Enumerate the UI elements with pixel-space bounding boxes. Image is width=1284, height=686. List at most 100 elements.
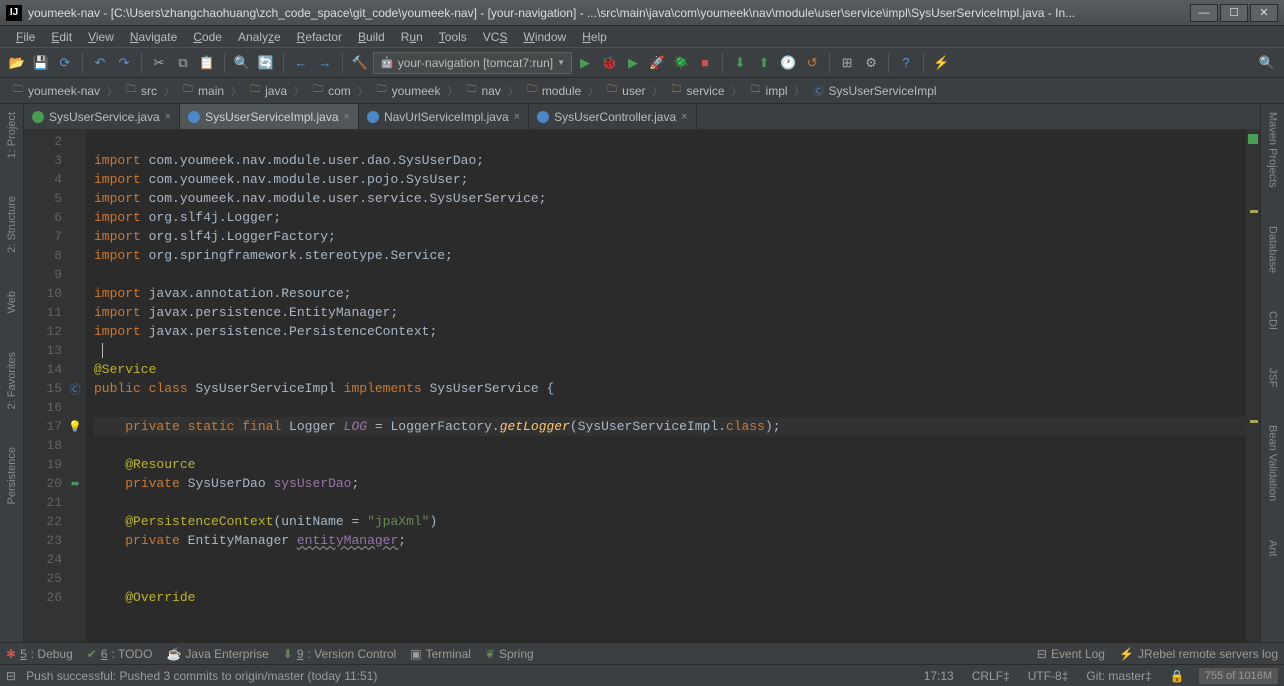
paste-icon[interactable]: 📋: [196, 52, 218, 74]
tool-cdi[interactable]: CDI: [1265, 307, 1281, 334]
coverage-icon[interactable]: ▶: [622, 52, 644, 74]
crumb-java[interactable]: 🗀java: [243, 83, 292, 99]
vcs-revert-icon[interactable]: ↺: [801, 52, 823, 74]
status-git-branch[interactable]: Git: master‡: [1082, 669, 1155, 683]
jrebel-icon[interactable]: ⚡: [930, 52, 952, 74]
copy-icon[interactable]: ⧉: [172, 52, 194, 74]
tool-bean-validation[interactable]: Bean Validation: [1265, 421, 1281, 505]
sync-icon[interactable]: ⟳: [54, 52, 76, 74]
code-content[interactable]: import com.youmeek.nav.module.user.dao.S…: [86, 130, 1246, 642]
forward-icon[interactable]: →: [314, 52, 336, 74]
crumb-class[interactable]: ⒸSysUserServiceImpl: [807, 83, 942, 99]
tool-persistence[interactable]: Persistence: [4, 443, 20, 508]
code-editor[interactable]: 2345 6789 10111213 14151617 18192021 222…: [24, 130, 1260, 642]
menu-help[interactable]: Help: [574, 30, 615, 44]
implementing-icon[interactable]: Ⓒ: [68, 379, 82, 398]
tool-debug[interactable]: ✱5: Debug: [6, 647, 73, 661]
tool-maven[interactable]: Maven Projects: [1265, 108, 1281, 192]
close-icon[interactable]: ×: [344, 111, 350, 123]
tool-spring[interactable]: ❦Spring: [485, 647, 534, 661]
structure-icon[interactable]: ⊞: [836, 52, 858, 74]
undo-icon[interactable]: ↶: [89, 52, 111, 74]
tab-navurlserviceimpl[interactable]: NavUrlServiceImpl.java ×: [359, 104, 529, 129]
crumb-module[interactable]: 🗀module: [520, 83, 586, 99]
tool-ant[interactable]: Ant: [1265, 536, 1281, 561]
menu-code[interactable]: Code: [185, 30, 230, 44]
help-icon[interactable]: ?: [895, 52, 917, 74]
tool-web[interactable]: Web: [4, 287, 20, 317]
minimize-button[interactable]: —: [1190, 4, 1218, 22]
tool-database[interactable]: Database: [1265, 222, 1281, 277]
tab-sysuserserviceimpl[interactable]: SysUserServiceImpl.java ×: [180, 104, 359, 129]
tool-jrebel-log[interactable]: ⚡JRebel remote servers log: [1119, 647, 1278, 661]
replace-icon[interactable]: 🔄: [255, 52, 277, 74]
crumb-user[interactable]: 🗀user: [600, 83, 650, 99]
tool-version-control[interactable]: ⬇9: Version Control: [283, 647, 396, 661]
status-line-separator[interactable]: CRLF‡: [968, 669, 1014, 683]
menu-analyze[interactable]: Analyze: [230, 30, 289, 44]
crumb-root[interactable]: 🗀youmeek-nav: [6, 83, 105, 99]
menu-build[interactable]: Build: [350, 30, 393, 44]
jrebel-debug-icon[interactable]: 🪲: [670, 52, 692, 74]
menu-window[interactable]: Window: [515, 30, 574, 44]
crumb-youmeek[interactable]: 🗀youmeek: [370, 83, 446, 99]
debug-icon[interactable]: 🐞: [598, 52, 620, 74]
tool-event-log[interactable]: ⊟Event Log: [1037, 647, 1105, 661]
warning-marker[interactable]: [1250, 210, 1258, 213]
open-icon[interactable]: 📂: [6, 52, 28, 74]
menu-view[interactable]: View: [80, 30, 122, 44]
jrebel-run-icon[interactable]: 🚀: [646, 52, 668, 74]
crumb-impl[interactable]: 🗀impl: [744, 83, 793, 99]
redo-icon[interactable]: ↷: [113, 52, 135, 74]
crumb-src[interactable]: 🗀src: [119, 83, 162, 99]
crumb-com[interactable]: 🗀com: [306, 83, 356, 99]
vcs-history-icon[interactable]: 🕐: [777, 52, 799, 74]
status-caret-pos[interactable]: 17:13: [920, 669, 958, 683]
status-lock-icon[interactable]: 🔒: [1166, 669, 1189, 683]
crumb-nav[interactable]: 🗀nav: [459, 83, 505, 99]
close-button[interactable]: ✕: [1250, 4, 1278, 22]
menu-vcs[interactable]: VCS: [475, 30, 516, 44]
maximize-button[interactable]: ☐: [1220, 4, 1248, 22]
status-memory[interactable]: 755 of 1016M: [1199, 668, 1278, 684]
crumb-main[interactable]: 🗀main: [176, 83, 229, 99]
save-icon[interactable]: 💾: [30, 52, 52, 74]
crumb-service[interactable]: 🗀service: [665, 83, 730, 99]
back-icon[interactable]: ←: [290, 52, 312, 74]
menu-tools[interactable]: Tools: [431, 30, 475, 44]
menu-navigate[interactable]: Navigate: [122, 30, 185, 44]
status-hide-icon[interactable]: ⊟: [6, 669, 16, 683]
error-stripe[interactable]: [1246, 130, 1260, 642]
tool-project[interactable]: 1: Project: [4, 108, 20, 162]
close-icon[interactable]: ×: [514, 111, 520, 123]
vcs-commit-icon[interactable]: ⬆: [753, 52, 775, 74]
build-icon[interactable]: 🔨: [349, 52, 371, 74]
close-icon[interactable]: ×: [681, 111, 687, 123]
tool-todo[interactable]: ✔6: TODO: [87, 647, 153, 661]
tab-sysusercontroller[interactable]: SysUserController.java ×: [529, 104, 696, 129]
find-icon[interactable]: 🔍: [231, 52, 253, 74]
run-config-selector[interactable]: 🤖 your-navigation [tomcat7:run] ▼: [373, 52, 572, 74]
tool-jsf[interactable]: JSF: [1265, 364, 1281, 392]
menu-run[interactable]: Run: [393, 30, 431, 44]
settings-icon[interactable]: ⚙: [860, 52, 882, 74]
tool-structure[interactable]: 2: Structure: [4, 192, 20, 257]
menu-refactor[interactable]: Refactor: [289, 30, 350, 44]
vcs-update-icon[interactable]: ⬇: [729, 52, 751, 74]
stop-icon[interactable]: ■: [694, 52, 716, 74]
tool-favorites[interactable]: 2: Favorites: [4, 348, 20, 413]
status-encoding[interactable]: UTF-8‡: [1024, 669, 1073, 683]
search-everywhere-icon[interactable]: 🔍: [1256, 52, 1278, 74]
close-icon[interactable]: ×: [165, 111, 171, 123]
gutter[interactable]: 2345 6789 10111213 14151617 18192021 222…: [24, 130, 86, 642]
cut-icon[interactable]: ✂: [148, 52, 170, 74]
menu-edit[interactable]: Edit: [43, 30, 80, 44]
warning-marker[interactable]: [1250, 420, 1258, 423]
tab-sysuserservice[interactable]: SysUserService.java ×: [24, 104, 180, 129]
tool-java-enterprise[interactable]: ☕Java Enterprise: [166, 647, 268, 661]
bulb-icon[interactable]: 💡: [68, 417, 82, 436]
bean-icon[interactable]: ⬌: [68, 474, 82, 493]
run-icon[interactable]: ▶: [574, 52, 596, 74]
tool-terminal[interactable]: ▣Terminal: [410, 647, 471, 661]
menu-file[interactable]: File: [8, 30, 43, 44]
